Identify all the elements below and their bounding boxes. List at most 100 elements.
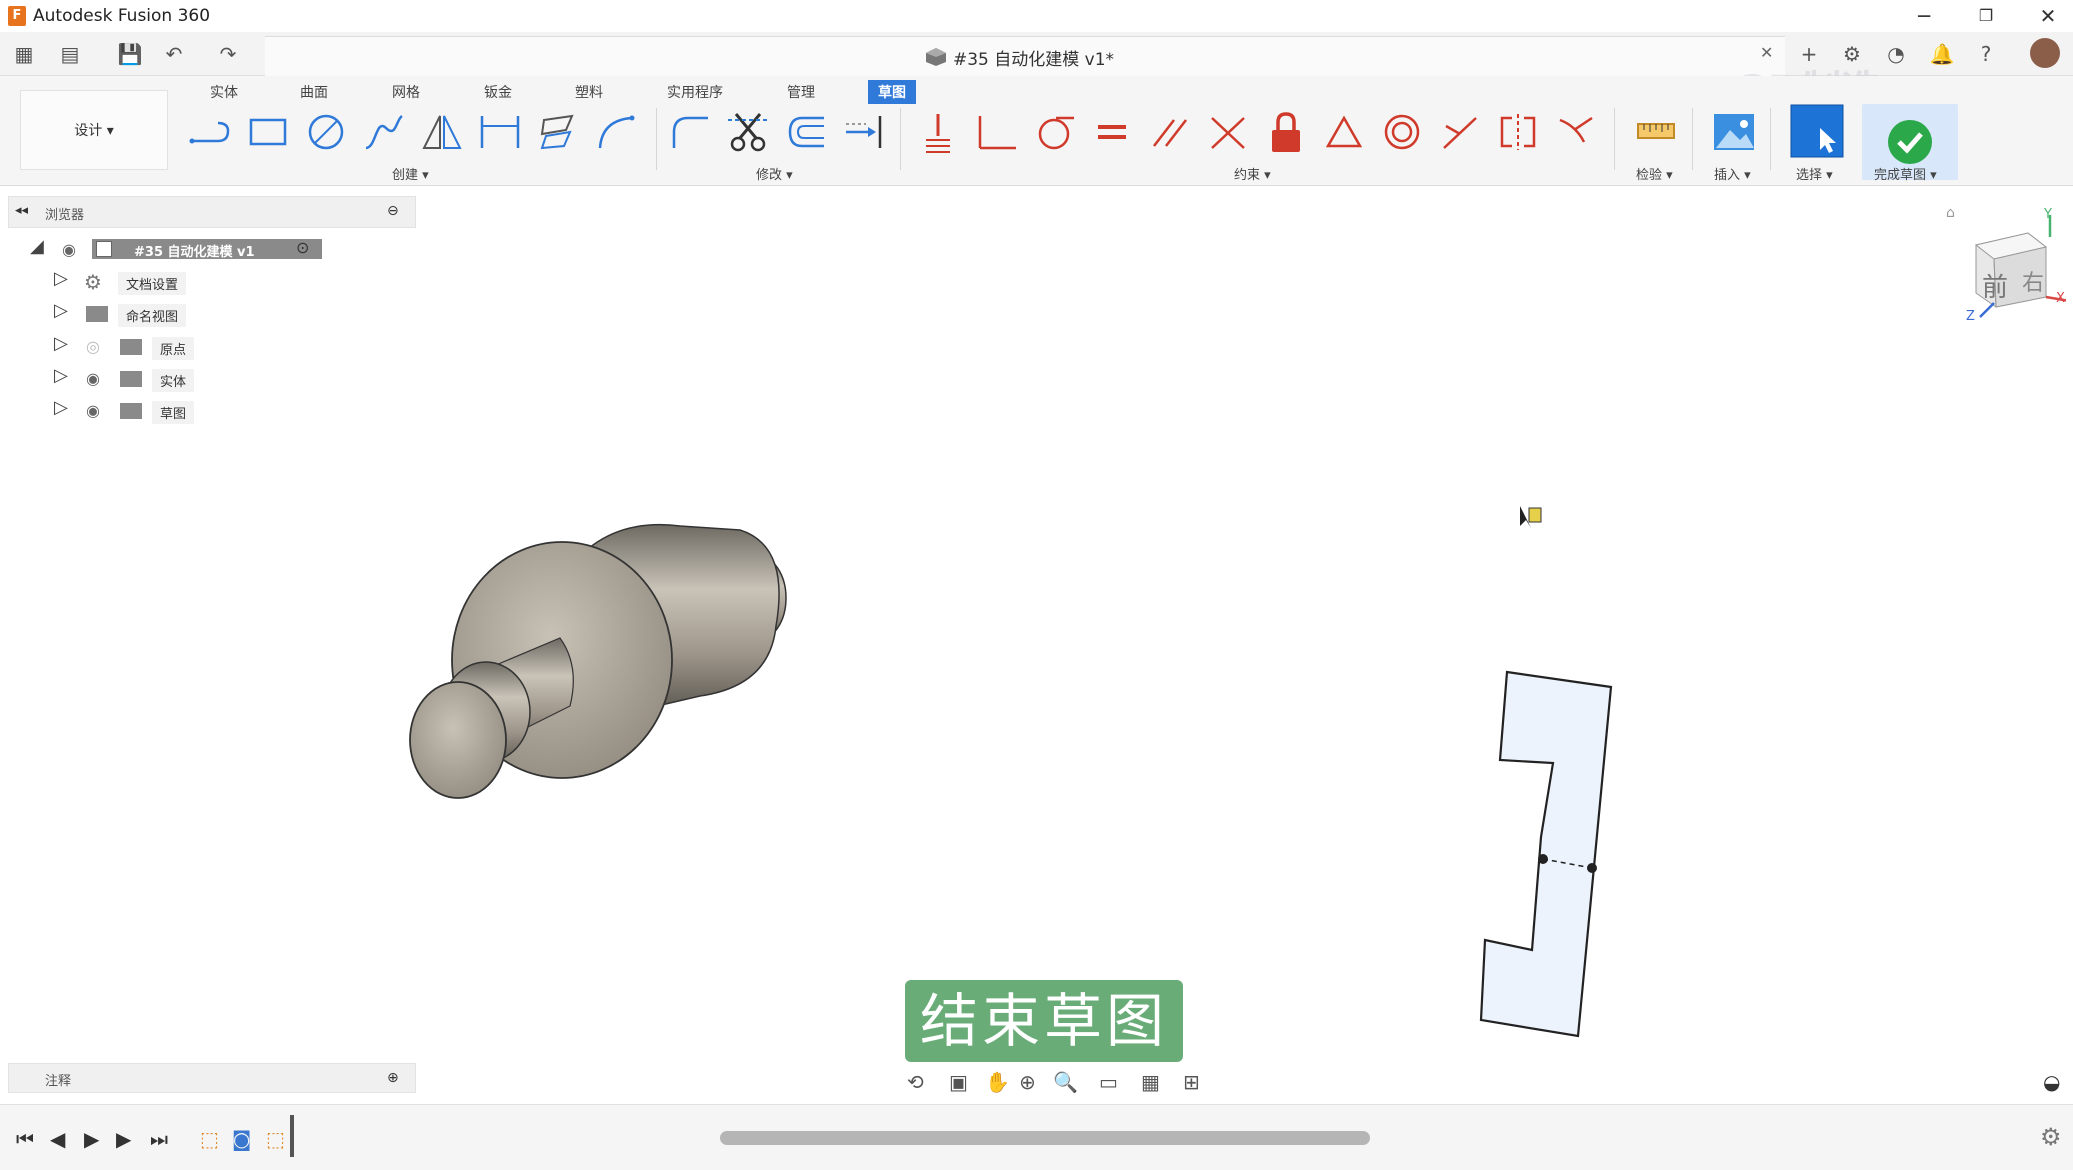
trim-tool-icon[interactable] — [724, 108, 772, 156]
go-to-end-icon[interactable]: ⏭ — [150, 1127, 168, 1151]
insert-image-icon[interactable] — [1710, 108, 1758, 156]
modify-group-label[interactable]: 修改 ▾ — [756, 164, 793, 183]
separator — [1614, 108, 1615, 170]
tab-sketch[interactable]: 草图 — [868, 80, 916, 104]
job-status-icon[interactable]: ◔ — [1882, 40, 1910, 68]
timeline-marker[interactable] — [290, 1115, 294, 1157]
help-icon[interactable]: ? — [1972, 40, 2000, 68]
separator — [656, 108, 657, 170]
rectangle-tool-icon[interactable] — [244, 108, 292, 156]
notifications-icon[interactable]: 🔔 — [1928, 40, 1956, 68]
grid-snap-icon[interactable]: ▦ — [1141, 1070, 1160, 1094]
insert-group-label[interactable]: 插入 ▾ — [1714, 164, 1751, 183]
user-avatar[interactable] — [2030, 38, 2060, 68]
ribbon-toolbar: 设计 ▾ 实体 曲面 网格 钣金 塑料 实用程序 管理 草图 创建 ▾ 修改 ▾… — [0, 76, 2073, 186]
separator — [1692, 108, 1693, 170]
timeline-scrollbar[interactable] — [720, 1131, 1370, 1145]
midpoint-constraint-icon[interactable] — [1436, 108, 1484, 156]
file-menu-icon[interactable]: ▤ — [56, 40, 84, 68]
text-commands-icon[interactable]: ◒ — [2043, 1070, 2060, 1094]
select-tool-icon[interactable] — [1790, 104, 1844, 158]
timeline-bar: ⏮ ◀ ▶ ▶ ⏭ ⬚ ◙ ⬚ ⚙ — [0, 1104, 2073, 1170]
collinear-constraint-icon[interactable] — [1204, 108, 1252, 156]
navigation-bar: ⟲ ▣ ✋ ⊕ 🔍 ▭ ▦ ⊞ — [903, 1066, 1223, 1096]
data-panel-grid-icon[interactable]: ▦ — [10, 40, 38, 68]
tab-sheet-metal[interactable]: 钣金 — [474, 80, 522, 104]
restore-button[interactable]: ❐ — [1966, 2, 2006, 30]
mirror-tool-icon[interactable] — [418, 108, 466, 156]
measure-tool-icon[interactable] — [1632, 108, 1680, 156]
equal-constraint-icon[interactable] — [1088, 108, 1136, 156]
tab-mesh[interactable]: 网格 — [382, 80, 430, 104]
close-button[interactable]: ✕ — [2028, 2, 2068, 30]
project-tool-icon[interactable] — [534, 108, 582, 156]
component-cube-icon — [926, 48, 946, 66]
add-annotation-icon[interactable]: ⊕ — [387, 1070, 399, 1086]
dimension-tool-icon[interactable] — [476, 108, 524, 156]
select-group-label[interactable]: 选择 ▾ — [1796, 164, 1833, 183]
redo-icon[interactable]: ↷ — [214, 40, 242, 68]
extend-tool-icon[interactable] — [840, 108, 888, 156]
viewcube-right-face[interactable]: 右 — [2022, 265, 2044, 297]
timeline-revolve-feature-icon[interactable]: ◙ — [232, 1127, 251, 1151]
document-title: #35 自动化建模 v1* — [953, 50, 1115, 70]
curvature-constraint-icon[interactable] — [1552, 108, 1600, 156]
app-title: Autodesk Fusion 360 — [33, 6, 211, 26]
orbit-icon[interactable]: ⟲ — [907, 1070, 924, 1094]
viewport-canvas[interactable] — [0, 186, 2073, 1104]
go-to-start-icon[interactable]: ⏮ — [16, 1127, 34, 1151]
viewcube-front-face[interactable]: 前 — [1982, 267, 2008, 304]
zoom-icon[interactable]: ⊕ — [1019, 1070, 1036, 1094]
play-icon[interactable]: ▶ — [84, 1127, 99, 1151]
separator — [900, 108, 901, 170]
spline-tool-icon[interactable] — [360, 108, 408, 156]
save-icon[interactable]: 💾 — [116, 40, 144, 68]
tab-utilities[interactable]: 实用程序 — [657, 80, 733, 104]
minimize-button[interactable]: ─ — [1904, 2, 1944, 30]
display-settings-icon[interactable]: ▭ — [1099, 1070, 1118, 1094]
offset-tool-icon[interactable] — [782, 108, 830, 156]
tab-plastic[interactable]: 塑料 — [565, 80, 613, 104]
undo-icon[interactable]: ↶ — [160, 40, 188, 68]
line-tool-icon[interactable] — [186, 108, 234, 156]
concentric-constraint-icon[interactable] — [1378, 108, 1426, 156]
sketch-profile[interactable] — [1479, 670, 1613, 1038]
triangle-constraint-icon[interactable] — [1320, 108, 1368, 156]
tab-manage[interactable]: 管理 — [777, 80, 825, 104]
axis-x-label: X — [2056, 291, 2065, 306]
tangent-constraint-icon[interactable] — [1030, 108, 1078, 156]
constraints-group-label[interactable]: 约束 ▾ — [1234, 164, 1271, 183]
timeline-sketch-feature-icon[interactable]: ⬚ — [200, 1127, 219, 1151]
parallel-constraint-icon[interactable] — [1146, 108, 1194, 156]
fusion-logo-icon: F — [8, 6, 26, 26]
circle-tool-icon[interactable] — [302, 108, 350, 156]
workspace-switcher-button[interactable]: 设计 ▾ — [20, 90, 168, 170]
viewports-icon[interactable]: ⊞ — [1183, 1070, 1200, 1094]
perpendicular-constraint-icon[interactable] — [972, 108, 1020, 156]
annotation-title: 注释 — [45, 1074, 72, 1089]
fillet-tool-icon[interactable] — [666, 108, 714, 156]
mouse-cursor-icon — [1520, 506, 1542, 528]
step-back-icon[interactable]: ◀ — [50, 1127, 65, 1151]
fix-lock-constraint-icon[interactable] — [1262, 108, 1310, 156]
coincident-constraint-icon[interactable] — [914, 108, 962, 156]
timeline-sketch-feature-icon[interactable]: ⬚ — [266, 1127, 285, 1151]
pan-hand-icon[interactable]: ✋ — [985, 1070, 1010, 1094]
zoom-window-icon[interactable]: 🔍 — [1053, 1070, 1078, 1094]
create-group-label[interactable]: 创建 ▾ — [392, 164, 429, 183]
document-tab[interactable]: #35 自动化建模 v1* ✕ — [265, 36, 1785, 76]
timeline-settings-gear-icon[interactable]: ⚙ — [2040, 1123, 2062, 1151]
viewcube[interactable]: 前 右 Y X Z ⌂ — [1946, 205, 2071, 335]
arc-tool-icon[interactable] — [592, 108, 640, 156]
tab-surface[interactable]: 曲面 — [290, 80, 338, 104]
tab-solid[interactable]: 实体 — [200, 80, 248, 104]
look-at-icon[interactable]: ▣ — [949, 1070, 968, 1094]
annotation-panel-header[interactable]: 注释 ⊕ — [8, 1063, 416, 1093]
symmetry-constraint-icon[interactable] — [1494, 108, 1542, 156]
finish-group-label[interactable]: 完成草图 ▾ — [1874, 164, 1937, 183]
step-forward-icon[interactable]: ▶ — [116, 1127, 131, 1151]
axis-y-label: Y — [2044, 207, 2052, 222]
inspect-group-label[interactable]: 检验 ▾ — [1636, 164, 1673, 183]
3d-part-shaft[interactable] — [406, 455, 790, 872]
home-view-icon[interactable]: ⌂ — [1946, 205, 1955, 221]
